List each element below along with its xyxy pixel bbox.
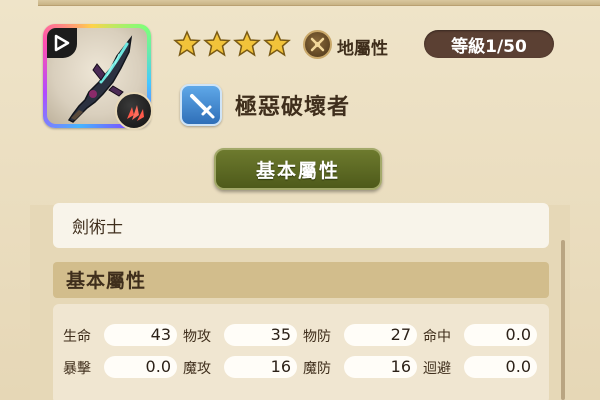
- stat-label-eva: 迴避: [423, 361, 451, 377]
- rarity-stars: [173, 30, 291, 58]
- stat-label-patk: 物攻: [183, 329, 211, 345]
- fire-claw-badge: [115, 92, 153, 130]
- weapon-type-badge: [180, 84, 222, 126]
- fire-claw-icon: [127, 105, 144, 121]
- stat-label-mdef: 魔防: [303, 361, 331, 377]
- stat-value-eva: 0.0: [464, 356, 537, 378]
- play-corner[interactable]: [47, 28, 77, 58]
- stat-label-acc: 命中: [423, 329, 451, 345]
- stat-value-acc: 0.0: [464, 324, 537, 346]
- star-icon: [233, 30, 261, 57]
- level-badge: 等級1/50: [424, 30, 554, 58]
- top-divider: [38, 0, 600, 6]
- star-icon: [263, 30, 291, 57]
- panel-scrollbar[interactable]: [561, 240, 565, 400]
- weapon-detail-screen: 地屬性 等級1/50 極惡破壞者 基本屬性 劍術士 基本屬性 生命 43 物攻 …: [0, 0, 600, 400]
- section-title: 基本屬性: [66, 270, 147, 292]
- stat-value-patk: 35: [224, 324, 297, 346]
- sword-type-icon: [190, 94, 215, 119]
- stat-value-pdef: 27: [344, 324, 417, 346]
- weapon-name: 極惡破壞者: [235, 95, 351, 120]
- stat-label-crit: 暴擊: [63, 361, 91, 377]
- star-icon: [173, 30, 201, 57]
- stat-label-matk: 魔攻: [183, 361, 211, 377]
- stat-value-matk: 16: [224, 356, 297, 378]
- earth-rune-icon: [310, 37, 325, 52]
- weapon-card[interactable]: [43, 24, 153, 130]
- stats-grid: [53, 304, 549, 400]
- stat-value-hp: 43: [104, 324, 177, 346]
- star-icon: [203, 30, 231, 57]
- element-label: 地屬性: [337, 39, 388, 59]
- stat-value-mdef: 16: [344, 356, 417, 378]
- class-row: [53, 203, 549, 248]
- play-icon: [54, 34, 70, 52]
- basic-attributes-tab[interactable]: 基本屬性: [214, 148, 382, 190]
- class-label: 劍術士: [72, 218, 123, 238]
- stat-label-pdef: 物防: [303, 329, 331, 345]
- stat-label-hp: 生命: [63, 329, 91, 345]
- stat-value-crit: 0.0: [104, 356, 177, 378]
- earth-element-icon: [303, 30, 332, 59]
